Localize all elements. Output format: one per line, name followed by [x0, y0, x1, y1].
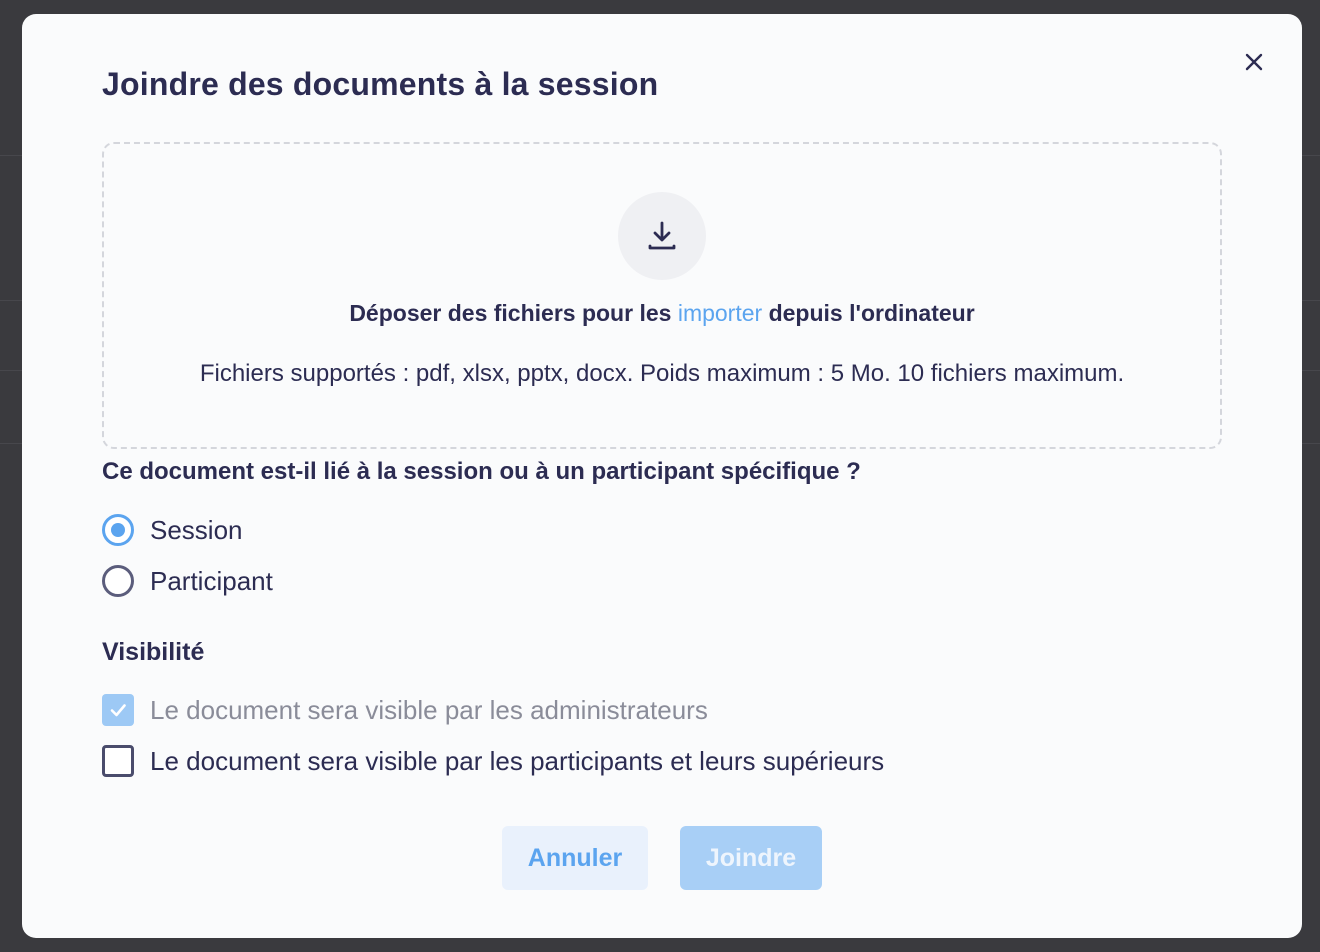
close-icon	[1245, 53, 1263, 71]
participants-checkbox-label: Le document sera visible par les partici…	[150, 745, 885, 776]
session-radio[interactable]	[102, 514, 134, 546]
dropzone-text-before: Déposer des fichiers pour les	[349, 300, 678, 326]
download-icon	[648, 221, 676, 250]
admins-checkbox	[102, 694, 134, 726]
participant-radio[interactable]	[102, 565, 134, 597]
visibility-title: Visibilité	[102, 638, 205, 666]
visibility-admins-option: Le document sera visible par les adminis…	[102, 694, 708, 726]
dropzone-instructions: Déposer des fichiers pour les importer d…	[104, 300, 1220, 327]
file-dropzone[interactable]: Déposer des fichiers pour les importer d…	[102, 142, 1222, 449]
join-button[interactable]: Joindre	[680, 826, 822, 890]
radio-option-session[interactable]: Session	[102, 514, 243, 546]
dropzone-text-after: depuis l'ordinateur	[762, 300, 975, 326]
supported-files-info: Fichiers supportés : pdf, xlsx, pptx, do…	[199, 360, 1125, 387]
cancel-button[interactable]: Annuler	[502, 826, 648, 890]
import-link[interactable]: importer	[678, 300, 762, 326]
upload-icon-container	[618, 192, 706, 280]
admins-checkbox-label: Le document sera visible par les adminis…	[150, 694, 708, 725]
radio-option-participant[interactable]: Participant	[102, 565, 273, 597]
modal-title: Joindre des documents à la session	[102, 66, 659, 102]
visibility-participants-option[interactable]: Le document sera visible par les partici…	[102, 745, 884, 777]
linkage-question: Ce document est-il lié à la session ou à…	[102, 458, 861, 485]
session-radio-label: Session	[150, 514, 243, 545]
participant-radio-label: Participant	[150, 565, 273, 596]
participants-checkbox[interactable]	[102, 745, 134, 777]
attach-documents-modal: Joindre des documents à la session Dépos…	[22, 14, 1302, 938]
close-button[interactable]	[1242, 50, 1266, 74]
checkmark-icon	[110, 704, 126, 717]
